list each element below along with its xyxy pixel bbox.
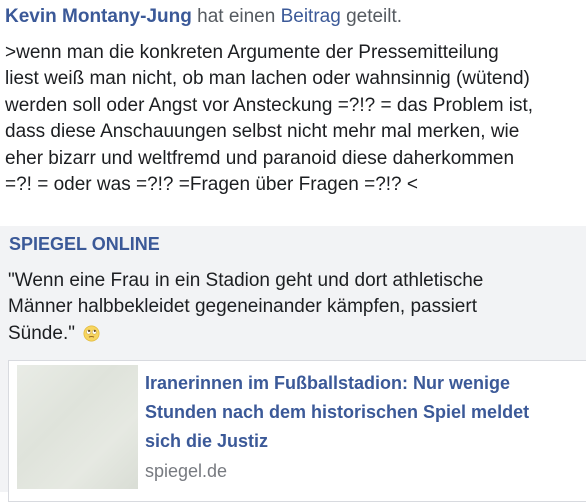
rolling-eyes-emoji-icon [83,325,100,342]
link-preview-title-line: Stunden nach dem historischen Spiel meld… [145,402,530,422]
post-text-line: liest weiß man nicht, ob man lachen oder… [5,68,530,90]
link-preview-thumbnail[interactable] [17,365,138,489]
shared-quote-line: "Wenn eine Frau in ein Stadion geht und … [8,270,484,291]
link-preview-title-line: Iranerinnen im Fußballstadion: Nur wenig… [145,373,511,393]
link-preview-card[interactable]: Iranerinnen im Fußballstadion: Nur wenig… [8,360,586,502]
shared-quote: "Wenn eine Frau in ein Stadion geht und … [8,268,483,347]
shared-source-name[interactable]: SPIEGEL ONLINE [9,233,160,255]
link-preview-title-line: sich die Justiz [145,431,269,451]
link-preview-title[interactable]: Iranerinnen im Fußballstadion: Nur wenig… [145,369,529,456]
shared-quote-line: Sünde." [8,322,75,344]
post-text-line: =?! = oder was =?!? =Fragen über Fragen … [5,173,418,195]
post-text: >wenn man die konkreten Argumente der Pr… [5,40,581,198]
post-link[interactable]: Beitrag [281,6,341,27]
header-verb: hat einen [197,6,276,27]
header-action: geteilt. [346,6,403,27]
link-preview-domain: spiegel.de [145,461,228,481]
post-text-line: werden soll oder Angst vor Ansteckung =?… [5,94,534,116]
post-text-line: >wenn man die konkreten Argumente der Pr… [5,42,499,63]
shared-quote-line: Männer halbbekleidet gegeneinander kämpf… [8,296,477,318]
post-text-line: dass diese Anschauungen selbst nicht meh… [5,121,520,143]
post-header: Kevin Montany-Jung hat einen Beitrag get… [5,5,402,29]
author-link[interactable]: Kevin Montany-Jung [5,6,192,27]
post-text-line: eher bizarr und weltfremd und paranoid d… [5,147,515,169]
